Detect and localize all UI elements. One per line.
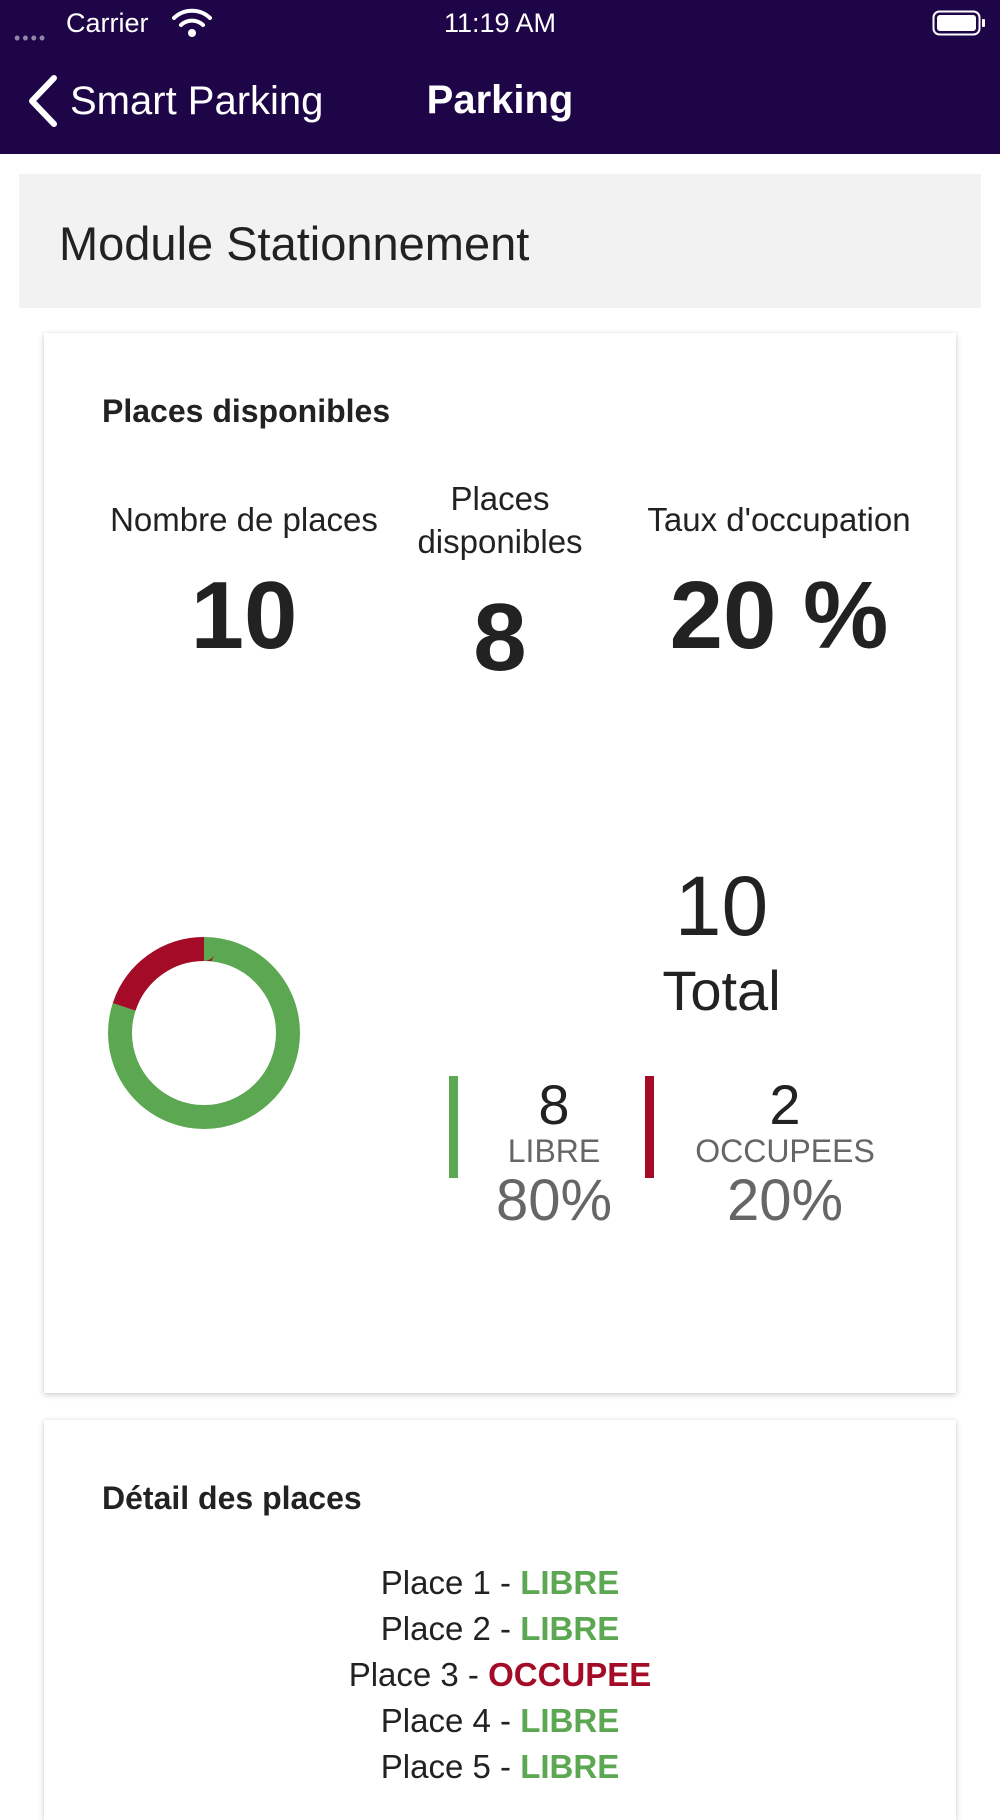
occupancy-donut-chart [108, 937, 300, 1129]
stat-label: Taux d'occupation [647, 501, 911, 538]
legend-color-bar [645, 1076, 654, 1178]
navigation-bar: Smart Parking Parking [0, 48, 1000, 154]
stat-occupancy-rate: Taux d'occupation 20 % [614, 498, 944, 671]
detail-card-title: Détail des places [102, 1480, 362, 1516]
legend-percent: 20% [726, 1168, 844, 1233]
stat-total-places: Nombre de places 10 [64, 498, 424, 671]
places-list: Place 1 - LIBRE Place 2 - LIBRE Place 3 - … [44, 1560, 956, 1790]
nav-title: Parking [426, 78, 574, 122]
place-status: LIBRE [520, 1748, 620, 1785]
place-status: LIBRE [520, 1702, 620, 1739]
battery-icon [932, 10, 985, 36]
status-bar: •••• Carrier 11:19 AM [0, 0, 1000, 48]
legend-libre: 8 LIBRE 80% [449, 1076, 649, 1234]
place-row: Place 4 - LIBRE [44, 1698, 956, 1744]
total-label: Total [662, 959, 781, 1022]
stat-available-places: Places disponibles 8 [394, 477, 606, 693]
stat-label: Nombre de places [110, 501, 378, 538]
module-title: Module Stationnement [59, 217, 530, 270]
detail-card: Détail des places Place 1 - LIBRE Place 2… [44, 1420, 956, 1820]
total-summary: 10 Total [564, 858, 879, 1058]
status-time: 11:19 AM [443, 8, 557, 38]
stat-value: 20 % [669, 562, 889, 669]
place-status: OCCUPEE [488, 1656, 652, 1693]
stat-value: 10 [190, 562, 298, 669]
legend-color-bar [449, 1076, 458, 1178]
stat-value: 8 [473, 584, 527, 691]
availability-card: Places disponibles Nombre de places 10 P… [44, 333, 956, 1393]
legend-percent: 80% [495, 1168, 613, 1233]
place-status: LIBRE [520, 1610, 620, 1647]
place-row: Place 2 - LIBRE [44, 1606, 956, 1652]
place-row: Place 5 - LIBRE [44, 1744, 956, 1790]
legend-name: OCCUPEES [695, 1133, 875, 1169]
stat-label: Places disponibles [417, 480, 583, 560]
legend-occupees: 2 OCCUPEES 20% [645, 1076, 915, 1234]
legend-count: 2 [769, 1073, 801, 1136]
place-label: Place 2 - [380, 1610, 521, 1647]
legend-name: LIBRE [507, 1133, 601, 1169]
place-label: Place 4 - [380, 1702, 521, 1739]
place-status: LIBRE [520, 1564, 620, 1601]
place-label: Place 1 - [380, 1564, 521, 1601]
place-row: Place 1 - LIBRE [44, 1560, 956, 1606]
availability-card-title: Places disponibles [102, 393, 391, 429]
place-row: Place 3 - OCCUPEE [44, 1652, 956, 1698]
total-value: 10 [674, 859, 769, 953]
legend-count: 8 [538, 1073, 570, 1136]
place-label: Place 5 - [380, 1748, 521, 1785]
place-label: Place 3 - [348, 1656, 489, 1693]
module-header: Module Stationnement [19, 174, 981, 308]
